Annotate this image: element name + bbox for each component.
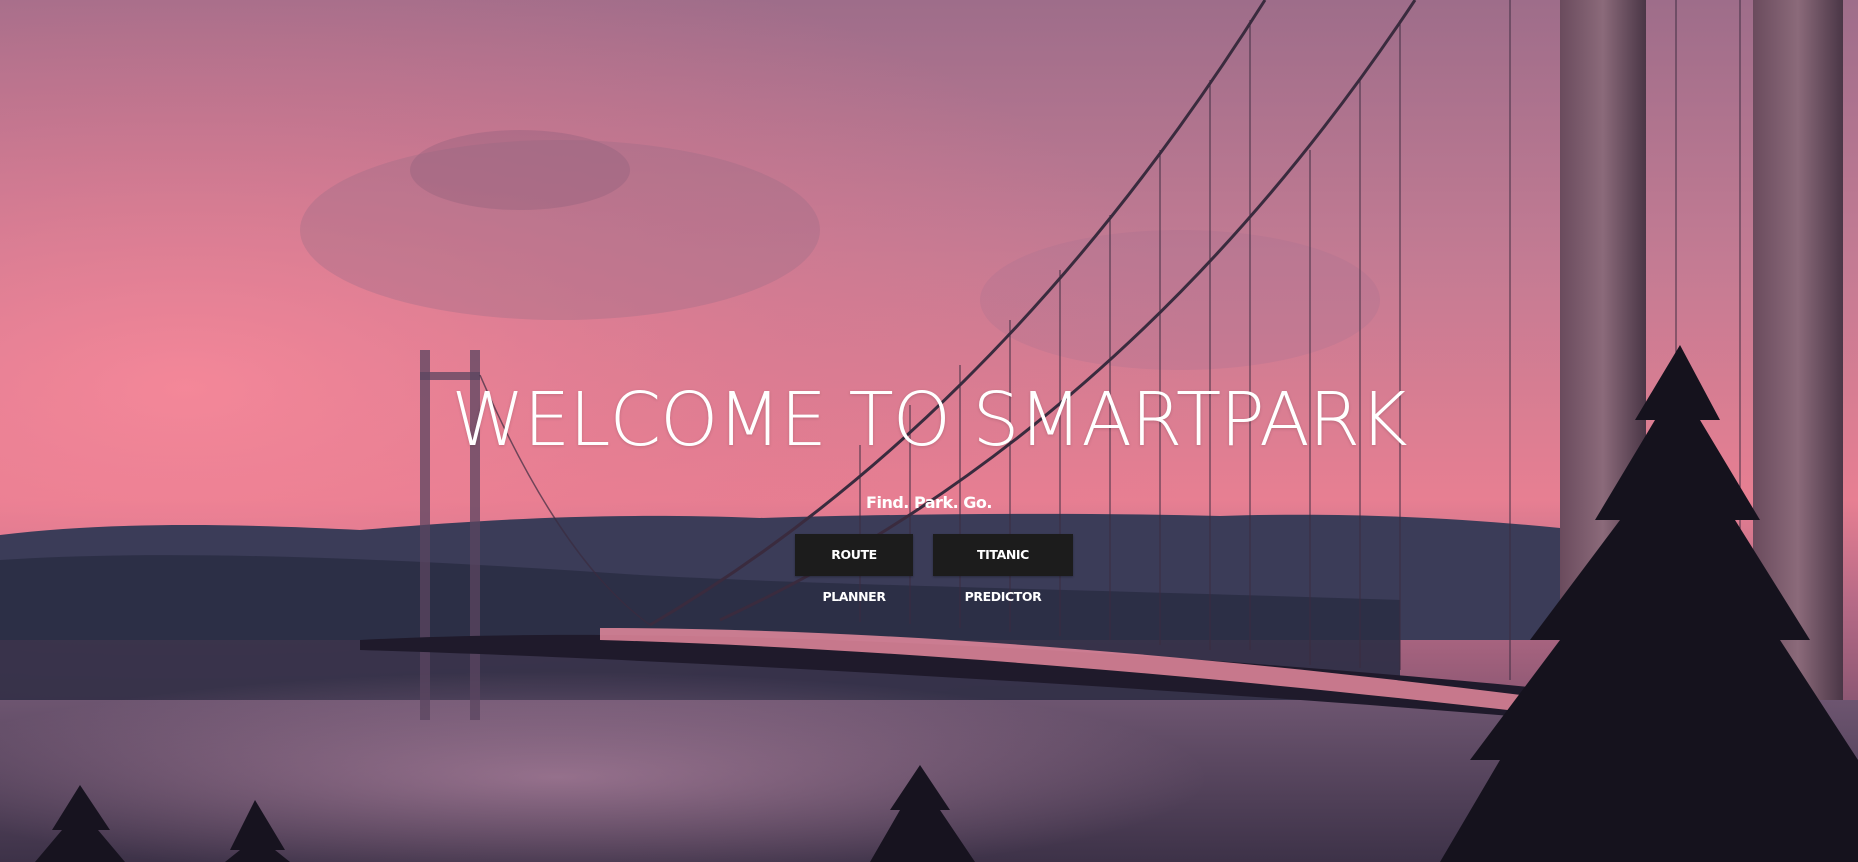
hero-tagline: Find. Park. Go. bbox=[866, 493, 992, 513]
hero-actions: ROUTE PLANNER TITANIC PREDICTOR bbox=[0, 534, 1858, 604]
hero-content: WELCOME TO SMARTPARK Find. Park. Go. ROU… bbox=[0, 377, 1858, 604]
route-planner-button[interactable]: ROUTE PLANNER bbox=[795, 534, 913, 604]
hero-title: WELCOME TO SMARTPARK bbox=[451, 377, 1407, 463]
hero-section: WELCOME TO SMARTPARK Find. Park. Go. ROU… bbox=[0, 0, 1858, 862]
titanic-predictor-button[interactable]: TITANIC PREDICTOR bbox=[933, 534, 1073, 604]
